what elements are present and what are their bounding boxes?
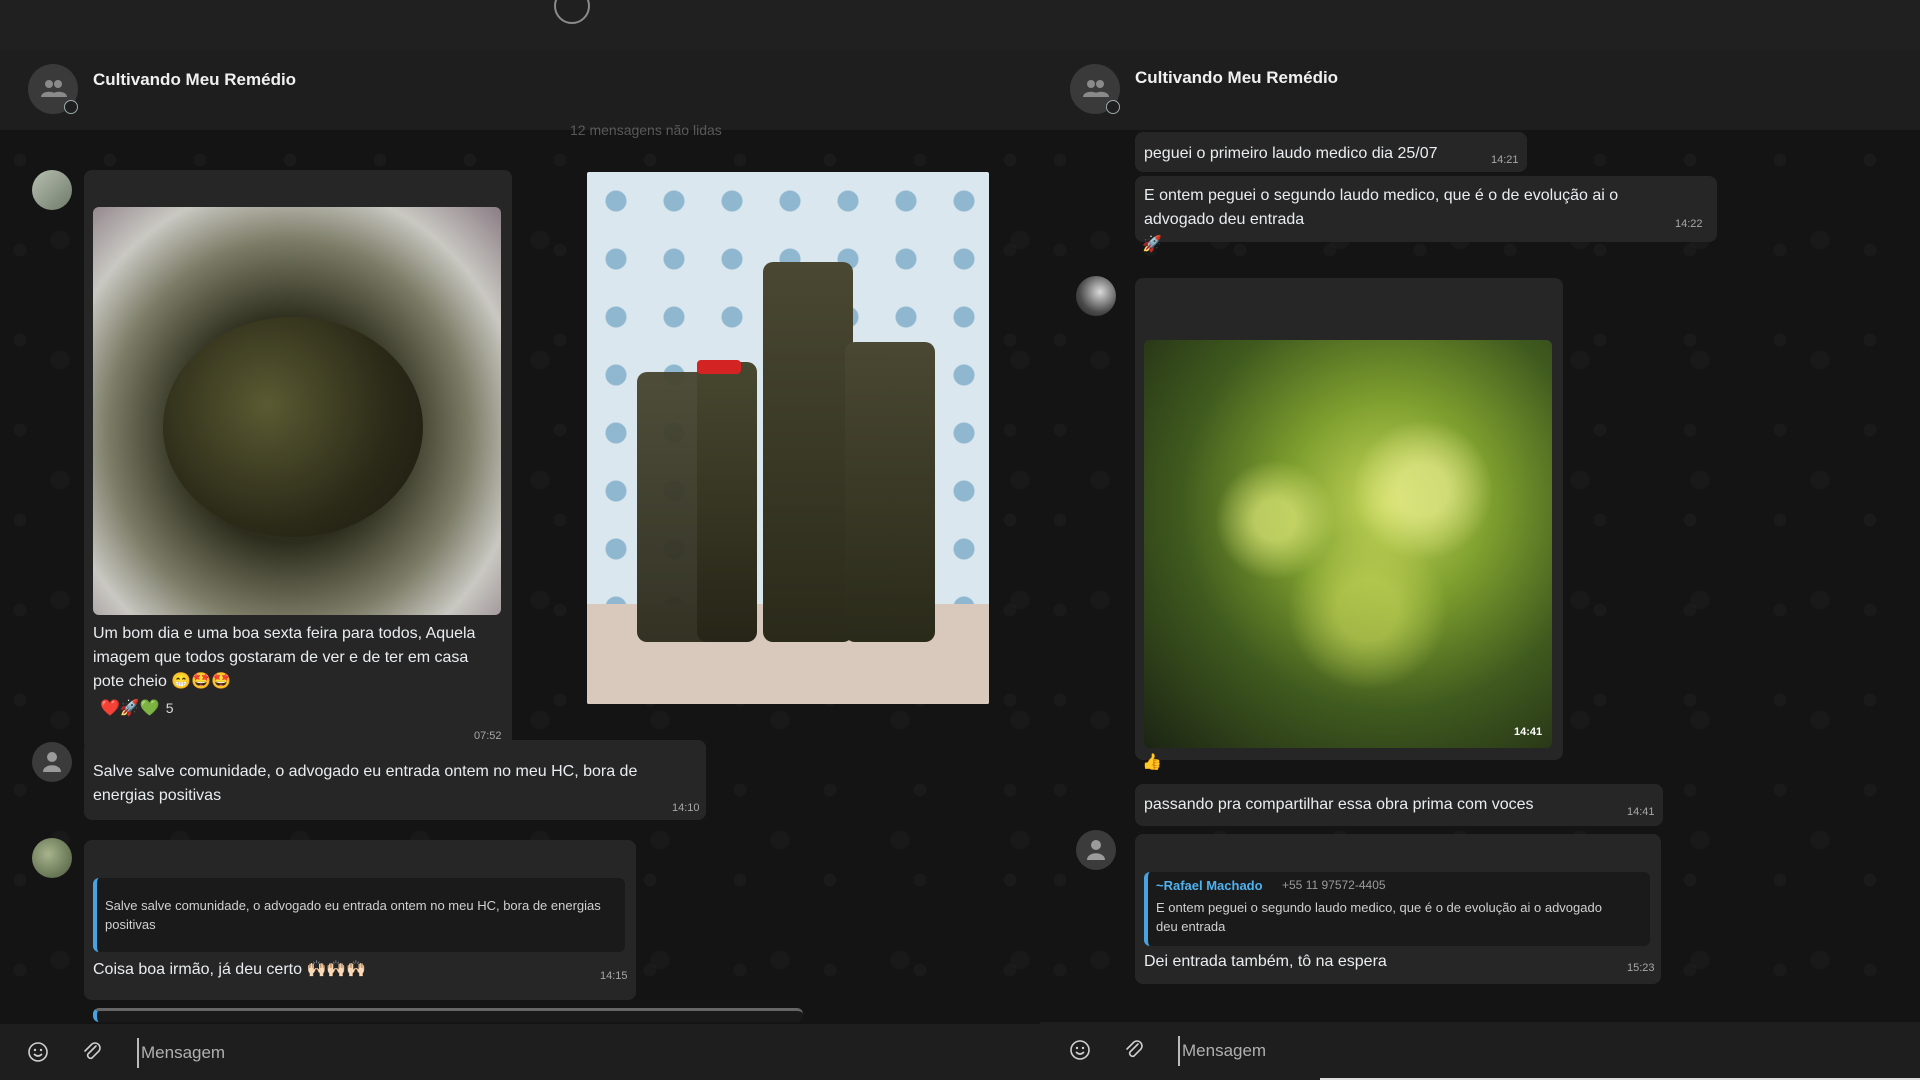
message-time: 14:10: [672, 802, 700, 814]
message-image-jar[interactable]: [93, 207, 501, 615]
message-reaction[interactable]: 👍: [1142, 752, 1162, 772]
image-time: 14:41: [1514, 726, 1543, 738]
message-bubble: 14:41: [1135, 278, 1563, 760]
quoted-author: ~Rafael Machado: [1156, 878, 1263, 893]
message-bubble: Um bom dia e uma boa sexta feira para to…: [84, 170, 512, 750]
message-time: 15:23: [1627, 962, 1655, 974]
message-input[interactable]: [137, 1038, 643, 1068]
emoji-icon[interactable]: [26, 1040, 50, 1064]
message-text: Dei entrada também, tô na espera: [1144, 953, 1387, 970]
quoted-text: E ontem peguei o segundo laudo medico, q…: [1156, 900, 1602, 934]
message-input[interactable]: [1178, 1036, 1684, 1066]
quoted-message[interactable]: Salve salve comunidade, o advogado eu en…: [93, 878, 625, 952]
message-time: 14:15: [600, 970, 628, 982]
sender-avatar[interactable]: [32, 838, 72, 878]
group-name: Cultivando Meu Remédio: [93, 70, 297, 89]
message-text: Coisa boa irmão, já deu certo 🙌🏻🙌🏻🙌🏻: [93, 961, 367, 978]
reaction-emojis: 👍: [1142, 754, 1162, 771]
user-icon: [1087, 840, 1105, 860]
user-icon: [43, 752, 61, 772]
message-image-jars[interactable]: [587, 172, 989, 704]
chat-header[interactable]: Cultivando Meu Remédio: [0, 50, 1040, 130]
message-bubble: Salve salve comunidade, o advogado eu en…: [84, 840, 636, 1000]
quoted-phone: +55 11 97572-4405: [1282, 878, 1386, 892]
group-icon: [41, 80, 67, 97]
sender-avatar[interactable]: [32, 742, 72, 782]
message-reaction[interactable]: 🚀: [1142, 234, 1162, 254]
message-text: peguei o primeiro laudo medico dia 25/07: [1144, 145, 1438, 162]
message-bubble: ~Rafael Machado +55 11 97572-4405 E onte…: [1135, 834, 1661, 984]
message-bubble: peguei o primeiro laudo medico dia 25/07…: [1135, 132, 1527, 172]
quoted-text: Salve salve comunidade, o advogado eu en…: [105, 898, 601, 932]
message-text: Um bom dia e uma boa sexta feira para to…: [93, 625, 476, 690]
message-bubble: E ontem peguei o segundo laudo medico, q…: [1135, 176, 1717, 242]
group-name: Cultivando Meu Remédio: [1135, 68, 1339, 87]
message-text: E ontem peguei o segundo laudo medico, q…: [1144, 187, 1619, 228]
sender-avatar[interactable]: [32, 170, 72, 210]
unread-divider: 12 mensagens não lidas: [570, 122, 722, 138]
group-avatar[interactable]: [1070, 64, 1120, 114]
community-badge-icon: [1106, 100, 1120, 114]
loading-spinner-icon: [554, 0, 590, 24]
message-composer: [0, 1024, 1040, 1080]
message-composer: [1040, 1022, 1920, 1080]
message-bubble: Salve salve comunidade, o advogado eu en…: [84, 740, 706, 820]
message-image-plants[interactable]: 14:41: [1144, 340, 1552, 748]
message-time: 14:21: [1491, 154, 1519, 166]
quoted-message[interactable]: ~Rafael Machado +55 11 97572-4405 E onte…: [1144, 872, 1650, 946]
group-avatar[interactable]: [28, 64, 78, 114]
attach-icon[interactable]: [1122, 1038, 1146, 1062]
sender-avatar[interactable]: [1076, 276, 1116, 316]
window-titlebar: [0, 0, 1920, 50]
chat-pane-right: Cultivando Meu Remédio peguei o primeiro…: [1040, 50, 1920, 1080]
group-icon: [1083, 80, 1109, 97]
sender-avatar[interactable]: [1076, 830, 1116, 870]
message-time: 14:41: [1627, 806, 1655, 818]
message-text: passando pra compartilhar essa obra prim…: [1144, 796, 1534, 813]
reaction-emojis: 🚀: [1142, 236, 1162, 253]
reaction-emojis: ❤️🚀💚: [100, 700, 160, 717]
chat-header[interactable]: Cultivando Meu Remédio: [1040, 50, 1920, 130]
message-text: Salve salve comunidade, o advogado eu en…: [93, 763, 638, 804]
message-time: 14:22: [1675, 218, 1703, 230]
quoted-message-partial: [93, 1008, 803, 1022]
reaction-count: 5: [165, 700, 174, 716]
chat-pane-left: Cultivando Meu Remédio 12 mensagens não …: [0, 50, 1040, 1080]
message-bubble: passando pra compartilhar essa obra prim…: [1135, 784, 1663, 826]
emoji-icon[interactable]: [1068, 1038, 1092, 1062]
community-badge-icon: [64, 100, 78, 114]
attach-icon[interactable]: [80, 1040, 104, 1064]
message-reactions[interactable]: ❤️🚀💚 5: [100, 698, 174, 718]
